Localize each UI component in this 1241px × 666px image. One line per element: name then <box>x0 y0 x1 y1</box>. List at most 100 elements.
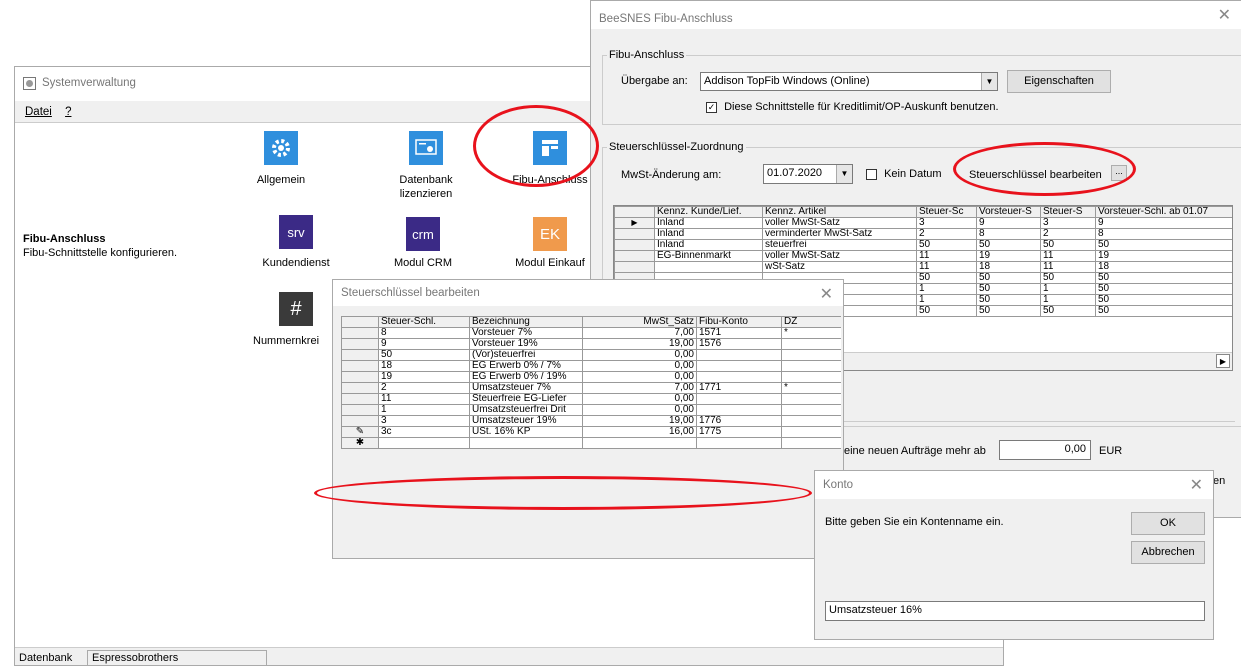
table-row[interactable]: 50 (Vor)steuerfrei 0,00 <box>341 349 841 361</box>
table-row[interactable]: ✎ 3c USt. 16% KP 16,00 1775 <box>341 426 841 438</box>
table-cell[interactable]: 50 <box>1040 239 1096 251</box>
icon-label-einkauf[interactable]: Modul Einkauf <box>505 256 595 270</box>
table-cell[interactable]: Inland <box>654 217 763 229</box>
table-cell[interactable]: 1771 <box>696 382 782 394</box>
table-cell[interactable] <box>696 371 782 383</box>
auftraege-input[interactable]: 0,00 <box>999 440 1091 460</box>
table-cell[interactable]: 9 <box>976 217 1041 229</box>
table-cell[interactable]: (Vor)steuerfrei <box>469 349 583 361</box>
column-header[interactable]: Kennz. Kunde/Lief. <box>654 206 763 218</box>
table-cell[interactable] <box>781 349 841 361</box>
table-cell[interactable] <box>654 261 763 273</box>
table-cell[interactable]: 3 <box>916 217 977 229</box>
table-row[interactable]: ▶ Inland voller MwSt-Satz 3 9 3 9 <box>614 217 1232 229</box>
table-cell[interactable]: Inland <box>654 228 763 240</box>
column-header[interactable]: Steuer-Schl. <box>378 316 470 328</box>
row-header[interactable] <box>614 239 655 251</box>
table-cell[interactable]: 8 <box>976 228 1041 240</box>
ok-button[interactable]: OK <box>1131 512 1205 535</box>
row-header[interactable] <box>341 371 379 383</box>
table-cell[interactable]: 9 <box>378 338 470 350</box>
table-cell[interactable]: 11 <box>378 393 470 405</box>
icon-label-crm[interactable]: Modul CRM <box>378 256 468 270</box>
table-cell[interactable]: 2 <box>916 228 977 240</box>
table-cell[interactable] <box>781 404 841 416</box>
steuer-grid[interactable]: Steuer-Schl. Bezeichnung MwSt_Satz Fibu-… <box>341 316 841 516</box>
table-cell[interactable]: 19 <box>378 371 470 383</box>
column-header[interactable]: Bezeichnung <box>469 316 583 328</box>
table-cell[interactable]: 7,00 <box>582 327 697 339</box>
table-cell[interactable]: EG Erwerb 0% / 19% <box>469 371 583 383</box>
column-header[interactable]: Vorsteuer-Schl. ab 01.07 <box>1095 206 1232 218</box>
column-header[interactable]: DZ <box>781 316 841 328</box>
table-row[interactable]: wSt-Satz 11 18 11 18 <box>614 261 1232 273</box>
table-cell[interactable]: 3 <box>1040 217 1096 229</box>
icon-label-nummern[interactable]: Nummernkrei <box>253 335 319 347</box>
table-cell[interactable] <box>781 371 841 383</box>
row-header[interactable] <box>341 327 379 339</box>
table-cell[interactable] <box>696 437 782 449</box>
table-cell[interactable] <box>781 393 841 405</box>
icon-label-datenbank[interactable]: Datenbank lizenzieren <box>381 173 471 201</box>
konto-close-icon[interactable]: ✕ <box>1190 475 1203 495</box>
table-cell[interactable] <box>781 338 841 350</box>
cancel-button[interactable]: Abbrechen <box>1131 541 1205 564</box>
row-header[interactable] <box>341 338 379 350</box>
table-row[interactable]: Inland verminderter MwSt-Satz 2 8 2 8 <box>614 228 1232 240</box>
table-row[interactable]: 11 Steuerfreie EG-Liefer 0,00 <box>341 393 841 405</box>
table-cell[interactable]: 8 <box>378 327 470 339</box>
row-header[interactable] <box>341 360 379 372</box>
table-cell[interactable]: 19,00 <box>582 338 697 350</box>
service-icon[interactable]: srv <box>279 215 313 249</box>
table-cell[interactable]: 50 <box>1095 283 1232 295</box>
table-cell[interactable]: 0,00 <box>582 393 697 405</box>
table-cell[interactable]: wSt-Satz <box>762 261 917 273</box>
column-header[interactable]: Vorsteuer-S <box>976 206 1041 218</box>
icon-label-fibu[interactable]: Fibu-Anschluss <box>505 173 595 187</box>
table-cell[interactable]: 1 <box>916 283 977 295</box>
row-header[interactable] <box>341 349 379 361</box>
crm-icon[interactable]: crm <box>406 217 440 251</box>
table-cell[interactable]: steuerfrei <box>762 239 917 251</box>
table-cell[interactable]: * <box>781 382 841 394</box>
fibu-icon[interactable] <box>533 131 567 165</box>
table-cell[interactable]: 7,00 <box>582 382 697 394</box>
table-cell[interactable]: 1775 <box>696 426 782 438</box>
eigenschaften-button[interactable]: Eigenschaften <box>1007 70 1111 93</box>
table-cell[interactable]: 11 <box>1040 261 1096 273</box>
hash-icon[interactable]: # <box>279 292 313 326</box>
table-cell[interactable] <box>781 437 841 449</box>
table-cell[interactable]: 19 <box>1095 250 1232 262</box>
table-cell[interactable]: 2 <box>378 382 470 394</box>
license-icon[interactable] <box>409 131 443 165</box>
icon-label-allgemein[interactable]: Allgemein <box>236 173 326 187</box>
uebergabe-select[interactable]: Addison TopFib Windows (Online) ▼ <box>700 72 998 91</box>
table-row[interactable]: Inland steuerfrei 50 50 50 50 <box>614 239 1232 251</box>
table-cell[interactable]: Inland <box>654 239 763 251</box>
table-cell[interactable]: 1576 <box>696 338 782 350</box>
einkauf-icon[interactable]: EK <box>533 217 567 251</box>
table-cell[interactable]: 50 <box>378 349 470 361</box>
table-cell[interactable]: * <box>781 327 841 339</box>
table-cell[interactable]: 50 <box>1095 305 1232 317</box>
menu-help[interactable]: ? <box>65 106 71 118</box>
column-header[interactable]: Steuer-S <box>1040 206 1096 218</box>
table-cell[interactable] <box>696 360 782 372</box>
row-header[interactable] <box>614 261 655 273</box>
new-row-asterisk-icon[interactable]: ✱ <box>341 437 379 449</box>
column-header[interactable]: Fibu-Konto <box>696 316 782 328</box>
table-cell[interactable]: 11 <box>916 261 977 273</box>
icon-label-kundendienst[interactable]: Kundendienst <box>251 256 341 270</box>
table-cell[interactable]: 50 <box>916 305 977 317</box>
table-row[interactable]: 3 Umsatzsteuer 19% 19,00 1776 <box>341 415 841 427</box>
table-row[interactable]: 18 EG Erwerb 0% / 7% 0,00 <box>341 360 841 372</box>
menu-datei[interactable]: Datei <box>25 106 52 118</box>
table-cell[interactable] <box>781 415 841 427</box>
row-header[interactable] <box>614 250 655 262</box>
table-cell[interactable]: 50 <box>1040 305 1096 317</box>
table-cell[interactable]: USt. 16% KP <box>469 426 583 438</box>
table-cell[interactable]: 1 <box>1040 294 1096 306</box>
table-row[interactable]: 1 Umsatzsteuerfrei Drit 0,00 <box>341 404 841 416</box>
current-row-arrow-icon[interactable]: ▶ <box>614 217 655 229</box>
kreditlimit-checkbox-row[interactable]: ✓ Diese Schnittstelle für Kreditlimit/OP… <box>706 101 999 113</box>
